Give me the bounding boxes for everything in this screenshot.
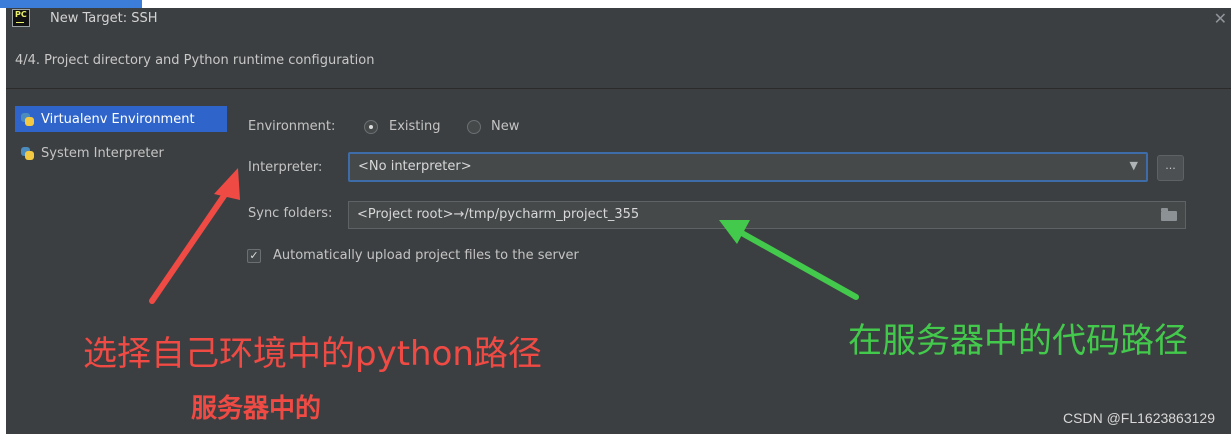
watermark: CSDN @FL1623863129 bbox=[1063, 410, 1215, 426]
top-accent bbox=[0, 0, 142, 8]
red-annotation-sub: 服务器中的 bbox=[191, 394, 322, 424]
green-annotation: 在服务器中的代码路径 bbox=[848, 321, 1188, 361]
green-arrow bbox=[719, 220, 859, 300]
red-annotation: 选择自己环境中的python路径 bbox=[83, 334, 542, 374]
red-arrow bbox=[149, 168, 240, 304]
top-strip bbox=[0, 0, 1231, 8]
dialog-window: PC New Target: SSH ✕ 4/4. Project direct… bbox=[6, 8, 1231, 434]
